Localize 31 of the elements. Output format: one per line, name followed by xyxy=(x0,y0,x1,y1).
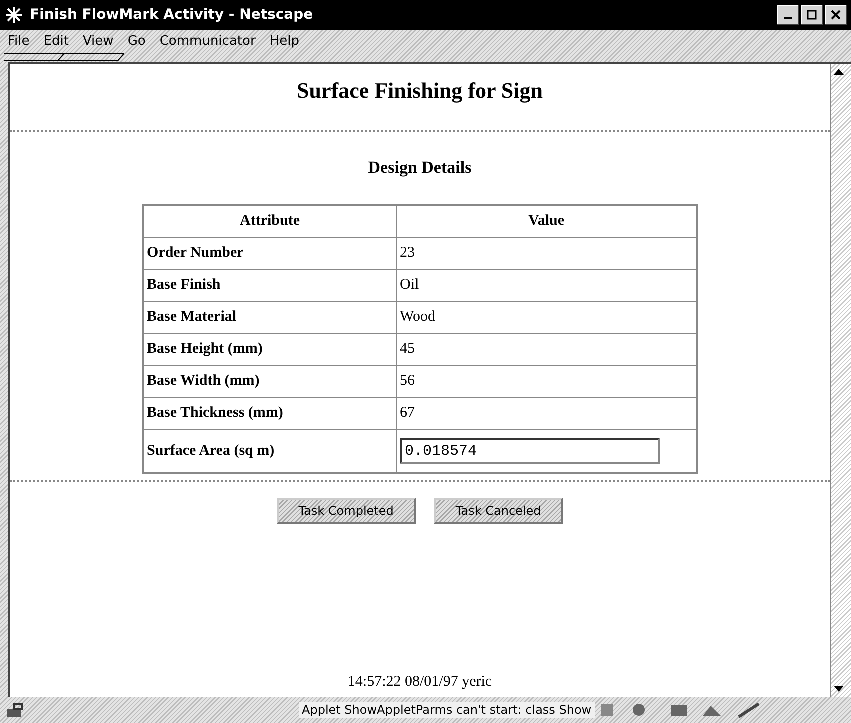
window-title: Finish FlowMark Activity - Netscape xyxy=(30,7,314,23)
table-cell: Base Width (mm) xyxy=(143,366,396,398)
minimize-button[interactable] xyxy=(777,5,799,25)
menu-item[interactable]: File xyxy=(8,34,30,48)
maximize-icon xyxy=(807,10,817,20)
scrollbar[interactable] xyxy=(830,64,851,697)
input-field[interactable]: 0.018574 xyxy=(400,438,660,464)
close-icon xyxy=(831,10,841,20)
page-heading: Surface Finishing for Sign xyxy=(297,78,543,104)
menu-item[interactable]: Help xyxy=(270,34,300,48)
close-button[interactable] xyxy=(825,5,847,25)
section-title: Design Details xyxy=(368,158,472,178)
minimize-icon xyxy=(784,17,792,19)
table-cell: Base Finish xyxy=(143,270,396,302)
task-button[interactable]: Task Completed xyxy=(276,498,416,524)
table-cell: Base Height (mm) xyxy=(143,334,396,366)
toolbar-grip-icon[interactable] xyxy=(4,52,124,62)
table-cell: Order Number xyxy=(143,238,396,270)
menu-item[interactable]: View xyxy=(82,34,114,48)
status-message: Applet ShowAppletParms can't start: class Show xyxy=(299,702,595,718)
menu-item[interactable]: Edit xyxy=(44,34,69,48)
table-cell: Base Thickness (mm) xyxy=(143,398,396,430)
task-button[interactable]: Task Canceled xyxy=(434,498,564,524)
menu-item[interactable]: Go xyxy=(128,34,146,48)
column-header: Attribute xyxy=(143,205,396,238)
maximize-button[interactable] xyxy=(801,5,823,25)
menu-item[interactable]: Communicator xyxy=(160,34,256,48)
security-icon[interactable] xyxy=(4,701,26,719)
table-cell: Base Material xyxy=(143,302,396,334)
app-icon xyxy=(4,5,24,25)
timestamp: 14:57:22 08/01/97 yeric xyxy=(348,674,492,691)
